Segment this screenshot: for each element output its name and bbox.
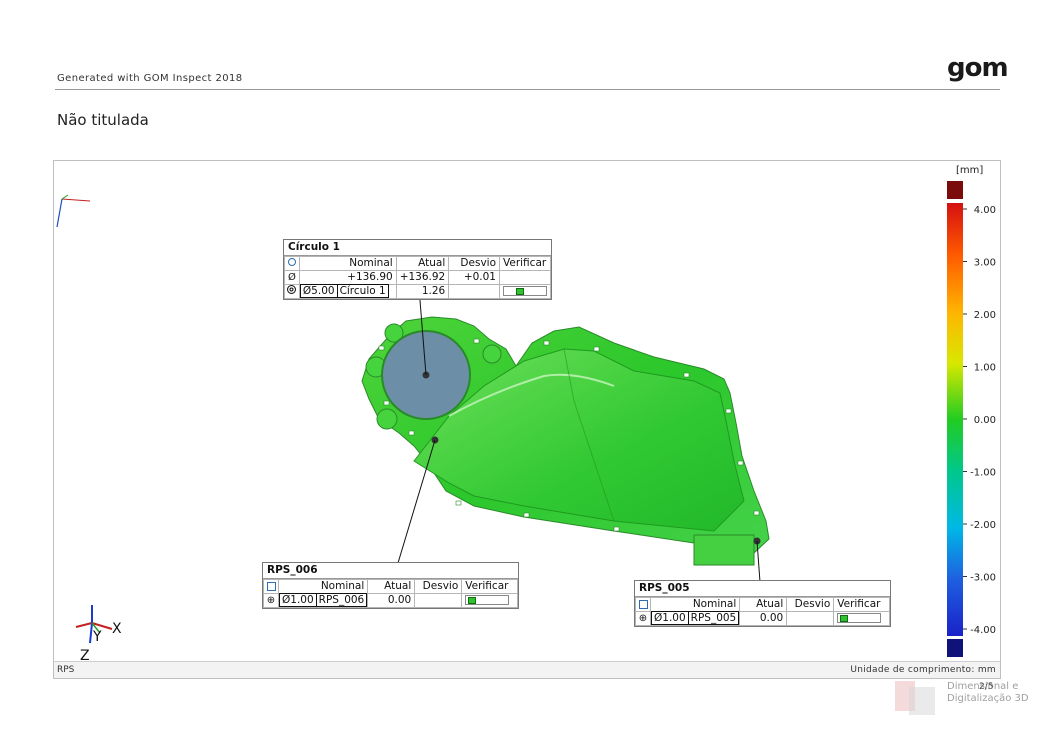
rps-006-actual: 0.00 bbox=[367, 593, 416, 608]
position-tolerance-icon bbox=[284, 284, 300, 299]
header-nominal: Nominal bbox=[277, 579, 369, 594]
axis-z-label: Z bbox=[80, 648, 90, 661]
header-nominal: Nominal bbox=[649, 597, 741, 612]
circle-1-label-title: Círculo 1 bbox=[284, 240, 551, 256]
axis-y-label: Y bbox=[92, 629, 102, 645]
orientation-gizmo-small bbox=[56, 194, 91, 228]
circle-tolerance-frame: Ø5.00 Círculo 1 bbox=[298, 284, 397, 299]
position-icon: ⊕ bbox=[635, 611, 651, 626]
footer-unit-label: Unidade de comprimento: mm bbox=[850, 665, 996, 675]
rps-006-label[interactable]: RPS_006 Nominal Atual Desvio Verificar ⊕… bbox=[262, 562, 519, 609]
circle-position-actual: 1.26 bbox=[395, 284, 450, 299]
rps-006-table: Nominal Atual Desvio Verificar ⊕ Ø1.00 RP… bbox=[263, 579, 518, 608]
watermark-line-2: Digitalização 3D bbox=[947, 693, 1029, 704]
colorbar-tick-label: -4.00 bbox=[970, 625, 996, 636]
colorbar-under bbox=[947, 639, 963, 657]
header-verificar: Verificar bbox=[461, 579, 518, 594]
rps-005-tolerance-frame: Ø1.00 RPS_005 bbox=[649, 611, 741, 626]
watermark-text: Dimensional e Digitalização 3D bbox=[947, 681, 1029, 705]
circle-icon bbox=[284, 256, 300, 271]
colorbar-gradient bbox=[947, 203, 963, 636]
header-verificar: Verificar bbox=[499, 256, 551, 271]
colorbar-tick-label: 2.00 bbox=[974, 310, 996, 321]
rps-005-check-bar bbox=[833, 611, 890, 626]
generated-with-text: Generated with GOM Inspect 2018 bbox=[57, 73, 243, 84]
header-desvio: Desvio bbox=[448, 256, 500, 271]
header-desvio: Desvio bbox=[414, 579, 463, 594]
viewport-footer: RPS Unidade de comprimento: mm bbox=[54, 661, 1000, 678]
colorbar-unit: [mm] bbox=[956, 165, 984, 176]
header-atual: Atual bbox=[367, 579, 416, 594]
colorbar-tick-label: -1.00 bbox=[970, 468, 996, 479]
colorbar-tick-label: 0.00 bbox=[974, 415, 996, 426]
rps-006-check-bar bbox=[461, 593, 518, 608]
footer-alignment-label: RPS bbox=[57, 665, 75, 675]
colorbar-over bbox=[947, 181, 963, 199]
circle-actual-value: +136.92 bbox=[395, 270, 450, 285]
colorbar-tick-label: -2.00 bbox=[970, 520, 996, 531]
circle-check-bar bbox=[499, 284, 551, 299]
circle-tolerance: Ø5.00 bbox=[299, 284, 338, 298]
position-icon: ⊕ bbox=[263, 593, 279, 608]
axis-x-label: X bbox=[112, 621, 122, 637]
header-verificar: Verificar bbox=[833, 597, 890, 612]
header-desvio: Desvio bbox=[786, 597, 835, 612]
circle-1-table: Nominal Atual Desvio Verificar Ø +136.90… bbox=[284, 256, 551, 299]
rps-005-actual: 0.00 bbox=[739, 611, 788, 626]
rps-006-tolerance-frame: Ø1.00 RPS_006 bbox=[277, 593, 369, 608]
rps-006-tolerance: Ø1.00 bbox=[279, 593, 317, 607]
diameter-icon: Ø bbox=[284, 270, 300, 285]
circle-deviation-value: +0.01 bbox=[448, 270, 500, 285]
header-nominal: Nominal bbox=[298, 256, 397, 271]
colorbar-ticks: 4.00 3.00 2.00 1.00 0.00 -1.00 -2.00 -3.00 -4.00 bbox=[963, 205, 996, 636]
gom-logo: gom bbox=[947, 53, 1009, 83]
circle-tolerance-ref: Círculo 1 bbox=[337, 284, 389, 298]
header-atual: Atual bbox=[739, 597, 788, 612]
color-scale-bar bbox=[947, 181, 963, 657]
rps-006-tolerance-ref: RPS_006 bbox=[316, 593, 368, 607]
colorbar-tick-label: 1.00 bbox=[974, 363, 996, 374]
point-icon bbox=[635, 597, 651, 612]
rps-005-label[interactable]: RPS_005 Nominal Atual Desvio Verificar ⊕… bbox=[634, 580, 891, 627]
watermark-line-1: Dimensional e bbox=[947, 681, 1019, 692]
rps-005-tolerance: Ø1.00 bbox=[651, 611, 689, 625]
report-title: Não titulada bbox=[57, 111, 149, 129]
circle-1-label[interactable]: Círculo 1 Nominal Atual Desvio Verificar… bbox=[283, 239, 552, 300]
point-icon bbox=[263, 579, 279, 594]
rps-005-tolerance-ref: RPS_005 bbox=[688, 611, 740, 625]
rps-006-label-title: RPS_006 bbox=[263, 563, 518, 579]
colorbar-tick-label: 3.00 bbox=[974, 258, 996, 269]
header-atual: Atual bbox=[395, 256, 450, 271]
colorbar-tick-label: 4.00 bbox=[974, 205, 996, 216]
colorbar-tick-label: -3.00 bbox=[970, 573, 996, 584]
rps-005-table: Nominal Atual Desvio Verificar ⊕ Ø1.00 RP… bbox=[635, 597, 890, 626]
circle-nominal-value: +136.90 bbox=[298, 270, 397, 285]
rps-005-label-title: RPS_005 bbox=[635, 581, 890, 597]
header-divider bbox=[55, 89, 1000, 90]
